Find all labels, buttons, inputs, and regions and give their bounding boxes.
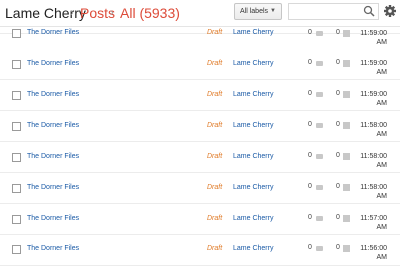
stats-chart-icon	[343, 91, 350, 98]
row-checkbox[interactable]	[12, 122, 21, 131]
status-label: Draft	[207, 215, 223, 222]
author-link[interactable]: Lame Cherry	[233, 60, 273, 67]
row-checkbox[interactable]	[12, 29, 21, 38]
top-bar: Lame Cherry › Posts › All (5933) All lab…	[0, 0, 400, 27]
author-link[interactable]: Lame Cherry	[233, 215, 273, 222]
post-date: 11:58:00 AM	[360, 184, 387, 200]
stats-chart-icon	[343, 30, 350, 37]
comment-bubble-icon	[316, 92, 323, 97]
post-row: The Dorner Files Draft Lame Cherry 0 0 1…	[0, 49, 400, 80]
post-title-link[interactable]: The Dorner Files	[27, 153, 79, 160]
row-checkbox[interactable]	[12, 245, 21, 254]
row-checkbox[interactable]	[12, 215, 21, 224]
status-label: Draft	[207, 184, 223, 191]
labels-dropdown-label: All labels	[240, 8, 269, 15]
post-row: The Dorner Files Draft Lame Cherry 0 0 1…	[0, 235, 400, 266]
status-label: Draft	[207, 153, 223, 160]
view-count: 0	[336, 59, 340, 66]
status-label: Draft	[207, 60, 223, 67]
stats-chart-icon	[343, 153, 350, 160]
comment-count: 0	[308, 183, 312, 190]
breadcrumb-separator: ›	[110, 7, 114, 19]
comment-count: 0	[308, 152, 312, 159]
status-label: Draft	[207, 245, 223, 252]
view-count: 0	[336, 214, 340, 221]
author-link[interactable]: Lame Cherry	[233, 122, 273, 129]
stats-chart-icon	[343, 245, 350, 252]
author-link[interactable]: Lame Cherry	[233, 184, 273, 191]
author-link[interactable]: Lame Cherry	[233, 91, 273, 98]
post-row: The Dorner Files Draft Lame Cherry 0 0 1…	[0, 111, 400, 142]
stats-chart-icon	[343, 215, 350, 222]
post-row: The Dorner Files Draft Lame Cherry 0 0 1…	[0, 80, 400, 111]
breadcrumb-all-count[interactable]: All (5933)	[120, 5, 180, 21]
post-row: The Dorner Files Draft Lame Cherry 0 0 1…	[0, 142, 400, 173]
labels-dropdown-button[interactable]: All labels ▼	[234, 3, 282, 20]
post-date: 11:57:00 AM	[360, 215, 387, 231]
post-title-link[interactable]: The Dorner Files	[27, 91, 79, 98]
view-count: 0	[336, 244, 340, 251]
gear-icon[interactable]	[383, 3, 397, 19]
post-title-link[interactable]: The Dorner Files	[27, 184, 79, 191]
author-link[interactable]: Lame Cherry	[233, 29, 273, 36]
post-row: The Dorner Files Draft Lame Cherry 0 0 1…	[0, 173, 400, 204]
search-input[interactable]	[288, 3, 379, 20]
stats-chart-icon	[343, 60, 350, 67]
comment-count: 0	[308, 121, 312, 128]
comment-bubble-icon	[316, 246, 323, 251]
post-date: 11:59:00 AM	[360, 91, 387, 107]
comment-bubble-icon	[316, 185, 323, 190]
comment-count: 0	[308, 244, 312, 251]
comment-bubble-icon	[316, 61, 323, 66]
status-label: Draft	[207, 29, 223, 36]
post-title-link[interactable]: The Dorner Files	[27, 29, 79, 36]
post-title-link[interactable]: The Dorner Files	[27, 122, 79, 129]
row-checkbox[interactable]	[12, 184, 21, 193]
post-date: 11:59:00 AM	[360, 30, 387, 46]
post-title-link[interactable]: The Dorner Files	[27, 245, 79, 252]
comment-bubble-icon	[316, 123, 323, 128]
comment-count: 0	[308, 29, 312, 36]
comment-count: 0	[308, 59, 312, 66]
view-count: 0	[336, 152, 340, 159]
search-icon[interactable]	[363, 5, 375, 17]
caret-down-icon: ▼	[270, 8, 276, 14]
row-checkbox[interactable]	[12, 153, 21, 162]
breadcrumb-separator: ›	[70, 7, 74, 19]
view-count: 0	[336, 29, 340, 36]
comment-bubble-icon	[316, 154, 323, 159]
post-title-link[interactable]: The Dorner Files	[27, 60, 79, 67]
author-link[interactable]: Lame Cherry	[233, 245, 273, 252]
view-count: 0	[336, 183, 340, 190]
comment-bubble-icon	[316, 31, 323, 36]
post-row: The Dorner Files Draft Lame Cherry 0 0 1…	[0, 204, 400, 235]
row-checkbox[interactable]	[12, 60, 21, 69]
post-date: 11:58:00 AM	[360, 122, 387, 138]
author-link[interactable]: Lame Cherry	[233, 153, 273, 160]
post-date: 11:59:00 AM	[360, 60, 387, 76]
comment-count: 0	[308, 214, 312, 221]
view-count: 0	[336, 121, 340, 128]
status-label: Draft	[207, 122, 223, 129]
post-date: 11:58:00 AM	[360, 153, 387, 169]
status-label: Draft	[207, 91, 223, 98]
stats-chart-icon	[343, 184, 350, 191]
view-count: 0	[336, 90, 340, 97]
row-checkbox[interactable]	[12, 91, 21, 100]
comment-count: 0	[308, 90, 312, 97]
stats-chart-icon	[343, 122, 350, 129]
post-date: 11:56:00 AM	[360, 245, 387, 261]
post-title-link[interactable]: The Dorner Files	[27, 215, 79, 222]
comment-bubble-icon	[316, 216, 323, 221]
